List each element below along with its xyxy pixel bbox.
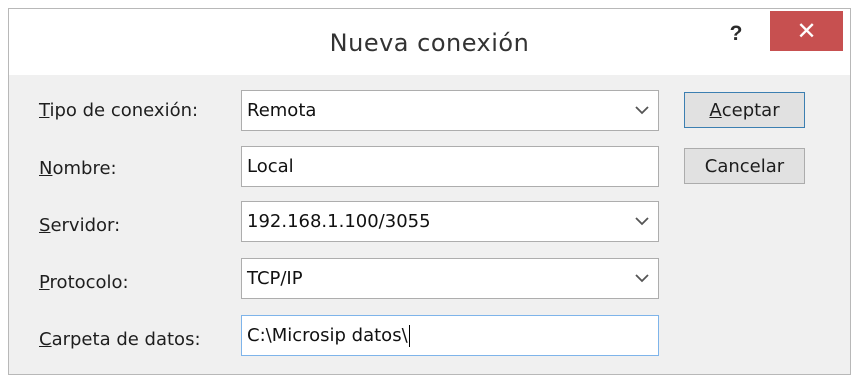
aceptar-button[interactable]: Aceptar bbox=[684, 92, 805, 128]
nombre-input[interactable]: Local bbox=[241, 146, 659, 187]
protocolo-select[interactable]: TCP/IP bbox=[241, 258, 659, 299]
help-button[interactable]: ? bbox=[709, 13, 763, 55]
chevron-down-icon[interactable] bbox=[626, 259, 658, 298]
tipo-conexion-select[interactable]: Remota bbox=[241, 90, 659, 131]
servidor-label: Servidor: bbox=[39, 215, 121, 236]
nombre-value: Local bbox=[247, 156, 294, 177]
help-icon: ? bbox=[729, 22, 743, 45]
servidor-select[interactable]: 192.168.1.100/3055 bbox=[241, 201, 659, 242]
nueva-conexion-dialog: Nueva conexión ? ✕ Tipo de conexión: Rem… bbox=[8, 8, 851, 375]
close-icon: ✕ bbox=[796, 17, 817, 45]
chevron-down-icon[interactable] bbox=[626, 202, 658, 241]
carpeta-datos-label: Carpeta de datos: bbox=[39, 329, 201, 350]
chevron-down-icon[interactable] bbox=[626, 91, 658, 130]
cancelar-button[interactable]: Cancelar bbox=[684, 148, 805, 184]
close-button[interactable]: ✕ bbox=[770, 11, 843, 51]
carpeta-datos-input[interactable]: C:\Microsip datos\ bbox=[241, 315, 659, 356]
title-bar: Nueva conexión ? ✕ bbox=[9, 9, 850, 75]
tipo-conexion-value: Remota bbox=[247, 100, 317, 121]
protocolo-value: TCP/IP bbox=[247, 268, 303, 289]
nombre-label: Nombre: bbox=[39, 158, 117, 179]
protocolo-label: Protocolo: bbox=[39, 272, 129, 293]
carpeta-datos-value: C:\Microsip datos\ bbox=[247, 324, 410, 347]
servidor-value: 192.168.1.100/3055 bbox=[247, 211, 431, 232]
tipo-conexion-label: Tipo de conexión: bbox=[39, 100, 199, 121]
text-cursor bbox=[408, 324, 410, 347]
